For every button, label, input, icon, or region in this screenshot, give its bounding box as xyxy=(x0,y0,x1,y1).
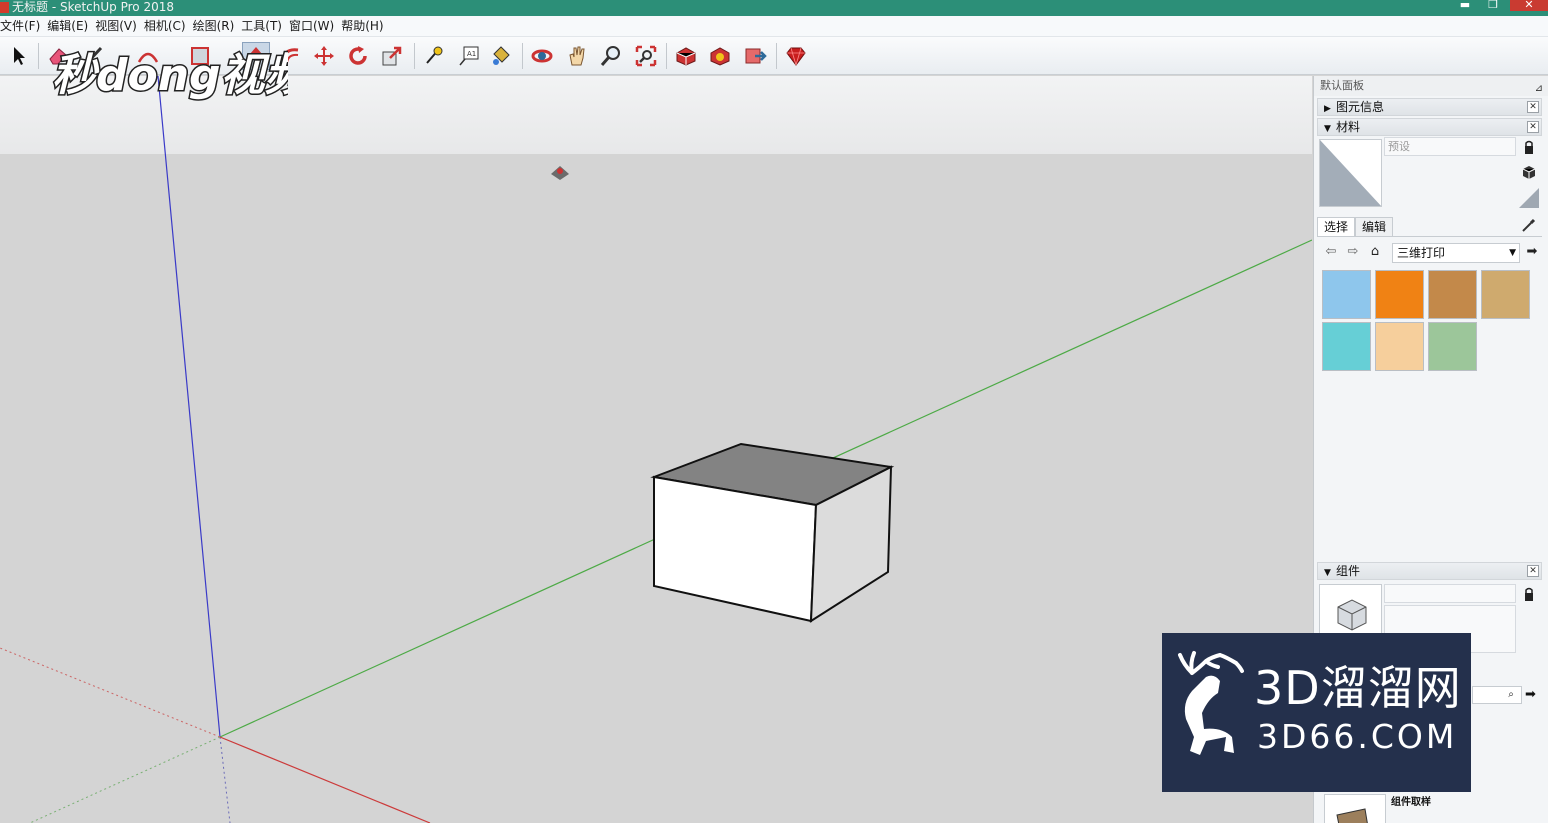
toolbar-separator xyxy=(522,43,523,69)
materials-label: 材料 xyxy=(1336,120,1361,134)
tape-measure-tool-icon[interactable] xyxy=(420,42,448,70)
material-name-field[interactable]: 预设 xyxy=(1384,137,1516,156)
pan-tool-icon[interactable] xyxy=(563,42,591,70)
tabs-underline xyxy=(1317,236,1542,237)
menu-edit[interactable]: 编辑(E) xyxy=(46,16,92,37)
expanded-triangle-icon: ▼ xyxy=(1324,568,1331,578)
move-tool-icon[interactable] xyxy=(310,42,338,70)
maximize-button[interactable]: ❐ xyxy=(1480,0,1506,11)
minimize-button[interactable]: ▬ xyxy=(1452,0,1478,11)
person-marker-icon xyxy=(551,166,569,180)
menu-window[interactable]: 窗口(W) xyxy=(288,16,338,37)
blue-axis xyxy=(157,76,221,738)
sketchup-app-icon xyxy=(0,2,9,13)
component-sample-thumbnail[interactable] xyxy=(1324,794,1386,823)
send-to-layout-icon[interactable] xyxy=(741,42,769,70)
materials-panel-header[interactable]: ▼ 材料 ✕ xyxy=(1317,118,1542,136)
forward-arrow-icon[interactable]: ⇨ xyxy=(1345,244,1361,260)
svg-text:A1: A1 xyxy=(467,50,476,58)
material-swatch[interactable] xyxy=(1375,322,1424,371)
sample-paint-icon[interactable] xyxy=(1519,188,1539,208)
toolbar-separator xyxy=(38,43,39,69)
zoom-tool-icon[interactable] xyxy=(597,42,625,70)
box-model[interactable] xyxy=(650,442,895,623)
close-panel-icon[interactable]: ✕ xyxy=(1527,565,1539,577)
toolbar-separator xyxy=(666,43,667,69)
menu-file[interactable]: 文件(F) xyxy=(0,16,44,37)
extension-warehouse-icon[interactable] xyxy=(706,42,734,70)
red-axis xyxy=(219,736,431,823)
scene-3d xyxy=(0,76,1312,823)
window-title: 无标题 - SketchUp Pro 2018 xyxy=(12,0,174,14)
menu-tools[interactable]: 工具(T) xyxy=(240,16,286,37)
library-dropdown[interactable]: 三维打印 ▼ xyxy=(1392,243,1520,263)
scale-tool-icon[interactable] xyxy=(378,42,406,70)
close-panel-icon[interactable]: ✕ xyxy=(1527,101,1539,113)
menu-draw[interactable]: 绘图(R) xyxy=(192,16,239,37)
model-materials-icon[interactable] xyxy=(1521,164,1537,180)
details-arrow-icon[interactable]: ➡ xyxy=(1525,687,1541,703)
material-preview xyxy=(1319,139,1382,207)
svg-text:秒dong视频: 秒dong视频 xyxy=(52,50,288,101)
close-panel-icon[interactable]: ✕ xyxy=(1527,121,1539,133)
pin-icon[interactable]: ⊿ xyxy=(1535,79,1543,99)
menu-camera[interactable]: 相机(C) xyxy=(143,16,190,37)
material-swatch[interactable] xyxy=(1322,322,1371,371)
menu-help[interactable]: 帮助(H) xyxy=(340,16,387,37)
component-sample-label: 组件取样 xyxy=(1391,797,1431,808)
eyedropper-icon[interactable] xyxy=(1521,217,1537,233)
components-panel-header[interactable]: ▼ 组件 ✕ xyxy=(1317,562,1542,580)
entity-info-panel-header[interactable]: ▶ 图元信息 ✕ xyxy=(1317,98,1542,116)
material-swatch[interactable] xyxy=(1481,270,1530,319)
material-swatch[interactable] xyxy=(1428,322,1477,371)
brand-domain: 3D66.COM xyxy=(1257,717,1458,756)
toolbar-separator xyxy=(776,43,777,69)
3d66-watermark: 3D溜溜网 3D66.COM xyxy=(1162,633,1471,792)
deer-logo-icon xyxy=(1178,651,1244,755)
back-arrow-icon[interactable]: ⇦ xyxy=(1323,244,1339,260)
material-swatch[interactable] xyxy=(1375,270,1424,319)
menu-view[interactable]: 视图(V) xyxy=(94,16,141,37)
red-axis-negative xyxy=(0,647,221,738)
library-nav: ⇦ ⇨ ⌂ 三维打印 ▼ ➡ xyxy=(1317,242,1543,264)
details-arrow-icon[interactable]: ➡ xyxy=(1524,244,1540,260)
tray-title-text: 默认面板 xyxy=(1320,79,1364,92)
rotate-tool-icon[interactable] xyxy=(344,42,372,70)
library-name: 三维打印 xyxy=(1397,246,1446,260)
tray-title: 默认面板 ⊿ xyxy=(1314,76,1548,96)
component-preview xyxy=(1319,584,1382,640)
sketchup-window: 无标题 - SketchUp Pro 2018 ▬ ❐ ✕ 文件(F) 编辑(E)… xyxy=(0,0,1548,823)
expanded-triangle-icon: ▼ xyxy=(1324,124,1331,134)
close-button[interactable]: ✕ xyxy=(1510,0,1548,11)
ruby-console-icon[interactable] xyxy=(782,42,810,70)
material-swatch[interactable] xyxy=(1428,270,1477,319)
create-material-icon[interactable] xyxy=(1521,139,1537,155)
components-label: 组件 xyxy=(1336,564,1361,578)
component-name-field[interactable] xyxy=(1384,584,1516,603)
text-tool-icon[interactable]: A1 xyxy=(455,42,483,70)
material-swatch[interactable] xyxy=(1322,270,1371,319)
toolbar-separator xyxy=(414,43,415,69)
entity-info-label: 图元信息 xyxy=(1336,100,1385,114)
paint-bucket-tool-icon[interactable] xyxy=(487,42,515,70)
tab-edit[interactable]: 编辑 xyxy=(1355,217,1394,237)
blue-axis-negative xyxy=(219,736,231,823)
home-icon[interactable]: ⌂ xyxy=(1367,244,1383,260)
3d-warehouse-icon[interactable] xyxy=(672,42,700,70)
zoom-extents-tool-icon[interactable] xyxy=(632,42,660,70)
green-axis-negative xyxy=(29,736,221,823)
collapsed-triangle-icon: ▶ xyxy=(1324,104,1331,114)
brand-name-cn: 3D溜溜网 xyxy=(1254,661,1462,715)
search-icon[interactable]: ⌕ xyxy=(1503,687,1519,703)
menu-bar: 文件(F) 编辑(E) 视图(V) 相机(C) 绘图(R) 工具(T) 窗口(W) 帮助(H) xyxy=(0,16,1548,37)
materials-tabs: 选择 编辑 xyxy=(1317,217,1394,237)
create-component-icon[interactable] xyxy=(1521,586,1537,602)
title-bar: 无标题 - SketchUp Pro 2018 ▬ ❐ ✕ xyxy=(0,0,1548,16)
select-tool-icon[interactable] xyxy=(4,42,32,70)
orbit-tool-icon[interactable] xyxy=(528,42,556,70)
tab-select[interactable]: 选择 xyxy=(1317,217,1356,237)
drawing-viewport[interactable] xyxy=(0,76,1312,823)
chevron-down-icon: ▼ xyxy=(1509,248,1516,258)
qiudong-video-logo: 秒dong视频 xyxy=(48,44,319,106)
